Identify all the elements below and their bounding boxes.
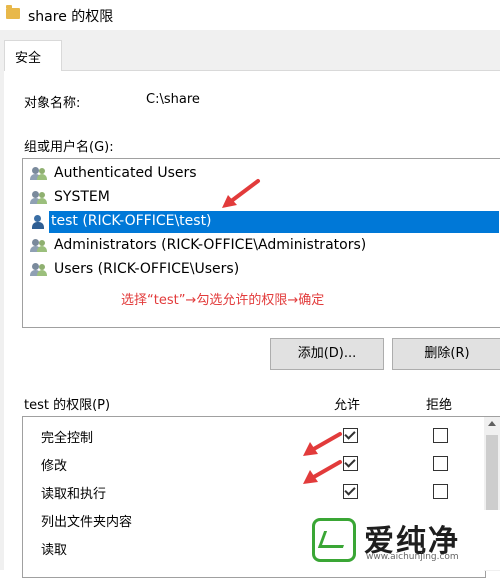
object-name-value: C:\share (146, 92, 200, 107)
tab-security[interactable]: 安全 (4, 40, 62, 71)
permission-name: 读取 (41, 543, 68, 558)
group-icon (30, 167, 48, 181)
permission-name: 修改 (41, 459, 68, 474)
list-item[interactable]: Users (RICK-OFFICE\Users) (28, 259, 498, 281)
list-item-selected[interactable]: test (RICK-OFFICE\test) (49, 211, 499, 233)
list-item-label: Users (RICK-OFFICE\Users) (54, 261, 240, 277)
watermark: 爱纯净 www.aichunjing.com (300, 510, 500, 570)
red-arrow-icon (303, 460, 342, 484)
permissions-label: test 的权限(P) (24, 398, 111, 413)
list-item[interactable]: Authenticated Users (28, 163, 498, 185)
object-name-label: 对象名称: (24, 96, 81, 111)
list-item-label: Authenticated Users (54, 165, 197, 181)
deny-checkbox[interactable] (433, 456, 448, 471)
instruction-annotation: 选择“test”→勾选允许的权限→确定 (121, 293, 325, 308)
list-item[interactable]: Administrators (RICK-OFFICE\Administrato… (28, 235, 498, 257)
scroll-up-icon[interactable] (488, 421, 496, 426)
permission-row: 完全控制 (41, 423, 481, 447)
allow-checkbox[interactable] (343, 456, 358, 471)
permission-name: 读取和执行 (41, 487, 107, 502)
group-icon (30, 263, 48, 277)
deny-column-header: 拒绝 (426, 398, 453, 413)
deny-checkbox[interactable] (433, 484, 448, 499)
window-title: share 的权限 (28, 9, 114, 25)
list-item-label: SYSTEM (54, 189, 110, 205)
user-icon (30, 215, 48, 229)
permission-name: 完全控制 (41, 431, 94, 446)
list-item-label: test (RICK-OFFICE\test) (51, 213, 212, 229)
title-bar: share 的权限 (0, 0, 500, 30)
allow-column-header: 允许 (334, 398, 361, 413)
watermark-url: www.aichunjing.com (366, 552, 459, 562)
list-item-label: Administrators (RICK-OFFICE\Administrato… (54, 237, 367, 253)
remove-button[interactable]: 删除(R) (392, 338, 500, 370)
brand-logo-icon (312, 518, 356, 562)
group-icon (30, 191, 48, 205)
tab-security-label: 安全 (15, 51, 42, 66)
permission-row: 修改 (41, 451, 481, 475)
allow-checkbox[interactable] (343, 484, 358, 499)
users-list-label: 组或用户名(G): (24, 140, 114, 155)
allow-checkbox[interactable] (343, 428, 358, 443)
permission-name: 列出文件夹内容 (41, 515, 133, 530)
folder-icon (6, 5, 20, 19)
red-arrow-icon (222, 179, 260, 208)
add-button[interactable]: 添加(D)... (270, 338, 384, 370)
deny-checkbox[interactable] (433, 428, 448, 443)
group-icon (30, 239, 48, 253)
permission-row: 读取和执行 (41, 479, 481, 503)
red-arrow-icon (303, 432, 342, 456)
list-item[interactable]: SYSTEM (28, 187, 498, 209)
